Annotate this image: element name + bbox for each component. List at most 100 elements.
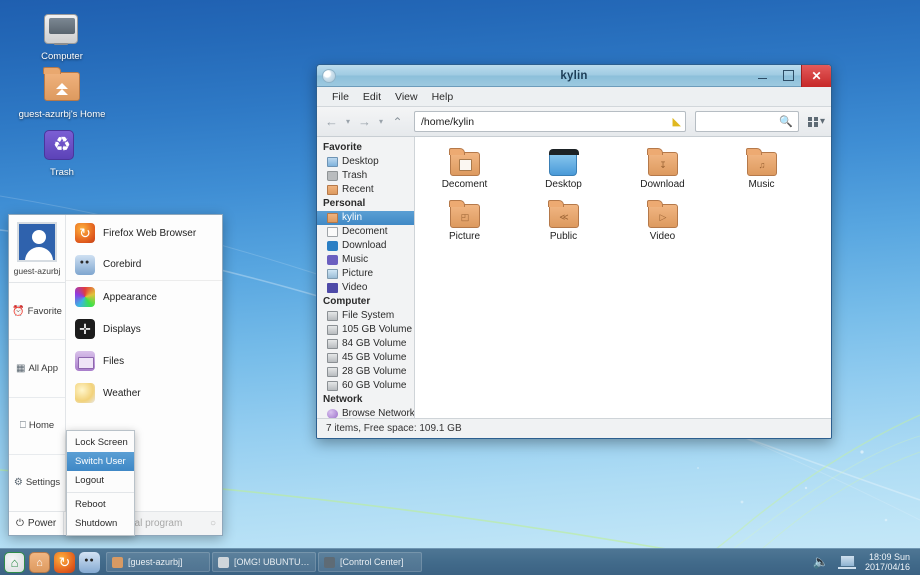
menu-help[interactable]: Help xyxy=(425,89,461,105)
menu-edit[interactable]: Edit xyxy=(356,89,388,105)
firefox-icon[interactable] xyxy=(54,551,75,573)
sidebar-item-desktop[interactable]: Desktop xyxy=(317,155,414,169)
sidebar-item-volume-105[interactable]: 105 GB Volume xyxy=(317,323,414,337)
desktop-icon-home[interactable]: guest-azurbj's Home xyxy=(14,72,110,120)
file-item[interactable]: ≪ Public xyxy=(514,201,613,253)
sidebar-item-volume-84[interactable]: 84 GB Volume xyxy=(317,337,414,351)
file-item[interactable]: Decoment xyxy=(415,149,514,201)
power-menu-item-logout[interactable]: Logout xyxy=(67,471,134,490)
minimize-button[interactable] xyxy=(749,65,775,87)
task-button[interactable]: [Control Center] xyxy=(318,552,422,572)
file-item[interactable]: ↧ Download xyxy=(613,149,712,201)
sidebar-item-label: kylin xyxy=(342,212,363,223)
app-item-weather[interactable]: Weather xyxy=(66,377,222,409)
menu-view[interactable]: View xyxy=(388,89,425,105)
app-item-displays[interactable]: Displays xyxy=(66,313,222,345)
tab-settings[interactable]: ⚙ Settings xyxy=(9,455,65,511)
folder-icon[interactable] xyxy=(29,551,50,573)
desktop[interactable]: Computer guest-azurbj's Home Trash kylin… xyxy=(0,0,920,575)
app-item-files[interactable]: Files xyxy=(66,345,222,377)
app-item-corebird[interactable]: Corebird xyxy=(66,249,222,281)
document-icon xyxy=(327,227,338,237)
search-input[interactable]: 🔍 xyxy=(694,111,799,132)
menu-separator xyxy=(67,492,134,493)
power-menu-item-lock-screen[interactable]: Lock Screen xyxy=(67,433,134,452)
volume-icon[interactable]: 🔈 xyxy=(813,554,829,570)
clock-date: 2017/04/16 xyxy=(864,562,910,572)
task-button[interactable]: [guest-azurbj] xyxy=(106,552,210,572)
trash-icon xyxy=(327,171,338,181)
window-controls: ✕ xyxy=(749,65,831,87)
forward-icon[interactable]: → xyxy=(356,112,373,132)
corebird-icon[interactable] xyxy=(79,551,100,573)
file-item[interactable]: ◰ Picture xyxy=(415,201,514,253)
file-item[interactable]: ▷ Video xyxy=(613,201,712,253)
desktop-icon-computer[interactable]: Computer xyxy=(14,14,110,62)
window-titlebar[interactable]: kylin ✕ xyxy=(317,65,831,87)
power-menu-item-shutdown[interactable]: Shutdown xyxy=(67,514,134,533)
close-button[interactable]: ✕ xyxy=(801,65,831,87)
sidebar-item-label: Trash xyxy=(342,170,368,181)
power-context-menu[interactable]: Lock Screen Switch User Logout Reboot Sh… xyxy=(66,430,135,536)
app-item-firefox[interactable]: Firefox Web Browser xyxy=(66,217,222,249)
file-list-view[interactable]: Decoment Desktop ↧ Download ♫ Music ◰ Pi… xyxy=(415,137,831,418)
sidebar-item-file-system[interactable]: File System xyxy=(317,309,414,323)
user-panel[interactable]: guest-azurbj xyxy=(9,215,65,283)
desktop-icon-trash[interactable]: Trash xyxy=(14,130,110,178)
sidebar-item-download[interactable]: Download xyxy=(317,239,414,253)
folder-video-icon: ▷ xyxy=(647,201,678,228)
folder-download-icon: ↧ xyxy=(647,149,678,176)
clock[interactable]: 18:09 Sun 2017/04/16 xyxy=(865,552,910,573)
file-item-label: Public xyxy=(549,231,578,242)
task-button[interactable]: [OMG! UBUNTU! (@om… xyxy=(212,552,316,572)
app-item-label: Corebird xyxy=(103,259,142,270)
taskbar-launchers xyxy=(4,551,106,573)
view-mode-button[interactable]: ▾ xyxy=(807,116,825,127)
network-icon[interactable] xyxy=(837,555,856,569)
sidebar-item-trash[interactable]: Trash xyxy=(317,169,414,183)
chevron-down-icon[interactable]: ▾ xyxy=(820,116,825,127)
picture-icon xyxy=(327,269,338,279)
power-button[interactable]: ⏻ Power xyxy=(9,512,65,535)
sidebar-item-volume-28[interactable]: 28 GB Volume xyxy=(317,365,414,379)
back-icon[interactable]: ← xyxy=(323,112,340,132)
sidebar-item-volume-45[interactable]: 45 GB Volume xyxy=(317,351,414,365)
power-menu-item-reboot[interactable]: Reboot xyxy=(67,495,134,514)
sidebar-item-label: Download xyxy=(342,240,387,251)
app-item-appearance[interactable]: Appearance xyxy=(66,281,222,313)
document-emblem-icon xyxy=(458,159,472,171)
places-sidebar[interactable]: Favorite Desktop Trash Recent Personal k… xyxy=(317,137,415,418)
sidebar-item-browse-network[interactable]: Browse Network xyxy=(317,407,414,418)
sidebar-item-video[interactable]: Video xyxy=(317,281,414,295)
sidebar-item-kylin[interactable]: kylin xyxy=(317,211,414,225)
file-item[interactable]: Desktop xyxy=(514,149,613,201)
start-home-icon[interactable] xyxy=(4,551,25,573)
sidebar-item-picture[interactable]: Picture xyxy=(317,267,414,281)
sidebar-item-decoment[interactable]: Decoment xyxy=(317,225,414,239)
tab-all-app[interactable]: ▦ All App xyxy=(9,340,65,398)
avatar[interactable] xyxy=(17,222,57,262)
path-input[interactable]: /home/kylin ◣ xyxy=(414,111,686,132)
appearance-icon xyxy=(75,287,95,307)
file-item-label: Video xyxy=(649,231,676,242)
clear-icon[interactable]: ◣ xyxy=(673,115,681,128)
sidebar-item-music[interactable]: Music xyxy=(317,253,414,267)
sidebar-item-volume-60[interactable]: 60 GB Volume xyxy=(317,379,414,393)
back-history-chevron-down-icon[interactable]: ▾ xyxy=(342,112,354,132)
tab-home[interactable]: ⎕ Home xyxy=(9,398,65,455)
desktop-folder-icon xyxy=(548,149,579,176)
file-manager-window[interactable]: kylin ✕ File Edit View Help ← ▾ → ▾ ⌃ /h… xyxy=(316,64,832,439)
firefox-icon xyxy=(75,223,95,243)
tab-favorite[interactable]: ⏰ Favorite xyxy=(9,283,65,341)
forward-history-chevron-down-icon[interactable]: ▾ xyxy=(375,112,387,132)
file-item[interactable]: ♫ Music xyxy=(712,149,811,201)
parent-folder-icon[interactable]: ⌃ xyxy=(389,112,406,132)
search-icon[interactable]: 🔍 xyxy=(779,115,793,128)
maximize-button[interactable] xyxy=(775,65,801,87)
sidebar-item-label: Music xyxy=(342,254,369,265)
task-label: [guest-azurbj] xyxy=(128,557,183,567)
menu-file[interactable]: File xyxy=(325,89,356,105)
sidebar-item-recent[interactable]: Recent xyxy=(317,183,414,197)
search-icon[interactable]: ○ xyxy=(210,518,216,529)
power-menu-item-switch-user[interactable]: Switch User xyxy=(67,452,134,471)
